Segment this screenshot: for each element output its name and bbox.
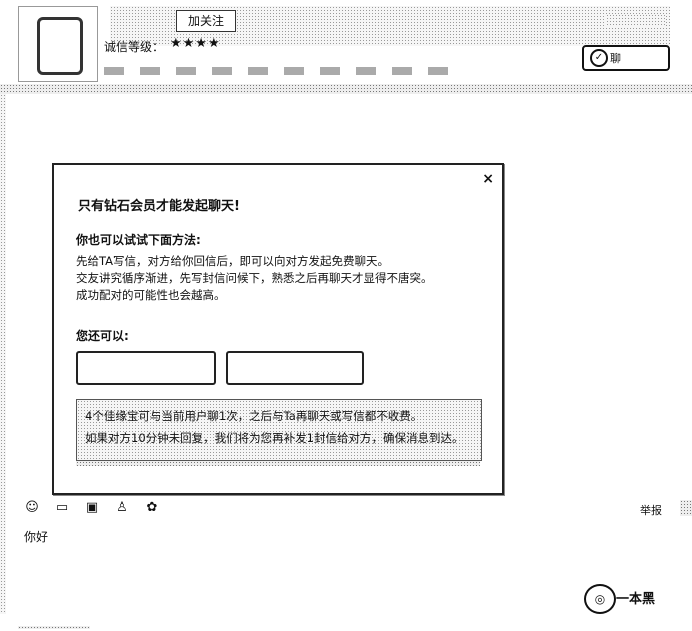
bottom-rule <box>18 626 90 629</box>
method-line: 成功配对的可能性也会越高。 <box>76 288 226 302</box>
info-line-1: 4个佳缘宝可与当前用户聊1次，之后与Ta再聊天或写信都不收费。 <box>85 409 423 423</box>
credit-stars: ★★★★ <box>170 36 221 51</box>
image-icon[interactable]: ▣ <box>84 500 100 516</box>
close-icon[interactable]: × <box>482 171 494 187</box>
apply-chat-button[interactable] <box>226 351 364 385</box>
chat-message: 你好 <box>24 530 49 544</box>
check-icon: ✓ <box>590 49 608 67</box>
follow-button[interactable]: 加关注 <box>176 10 236 32</box>
credit-level-label: 诚信等级： <box>104 40 165 54</box>
status-chip[interactable]: ✓ 聊 <box>582 45 670 71</box>
avatar[interactable] <box>18 6 98 82</box>
report-link[interactable]: 举报 <box>640 502 662 518</box>
wechat-icon: ◎ <box>584 584 616 614</box>
top-right-links[interactable] <box>606 14 666 26</box>
also-can-title: 您还可以: <box>76 329 129 343</box>
try-methods-text: 先给TA写信，对方给你回信后，即可以向对方发起免费聊天。 交友讲究循序渐进，先写… <box>76 253 433 304</box>
status-label: 聊 <box>610 52 621 65</box>
right-edge-button[interactable] <box>680 500 692 516</box>
dialog-title: 只有钻石会员才能发起聊天! <box>78 199 240 214</box>
method-line: 先给TA写信，对方给你回信后，即可以向对方发起免费聊天。 <box>76 254 389 268</box>
dialog-footer-band <box>76 461 480 466</box>
left-rail <box>0 94 6 614</box>
person-icon[interactable]: ♙ <box>114 500 130 516</box>
profile-sub-links <box>104 64 584 75</box>
upgrade-dialog: × 只有钻石会员才能发起聊天! 你也可以试试下面方法: 先给TA写信，对方给你回… <box>52 163 504 495</box>
info-line-2: 如果对方10分钟未回复，我们将为您再补发1封信给对方，确保消息到达。 <box>85 431 464 445</box>
chat-icon[interactable]: ▭ <box>54 500 70 516</box>
smile-icon[interactable]: ☺ <box>24 500 40 516</box>
write-letter-button[interactable] <box>76 351 216 385</box>
gift-icon[interactable]: ✿ <box>144 500 160 516</box>
profile-header: 加关注 诚信等级： ★★★★ ✓ 聊 <box>0 0 692 92</box>
info-box: 4个佳缘宝可与当前用户聊1次，之后与Ta再聊天或写信都不收费。 如果对方10分钟… <box>76 399 482 461</box>
header-divider <box>0 84 692 94</box>
watermark-text: 一本黑 <box>616 592 656 607</box>
method-line: 交友讲究循序渐进，先写封信问候下，熟悉之后再聊天才显得不唐突。 <box>76 271 433 285</box>
try-methods-title: 你也可以试试下面方法: <box>76 233 201 247</box>
